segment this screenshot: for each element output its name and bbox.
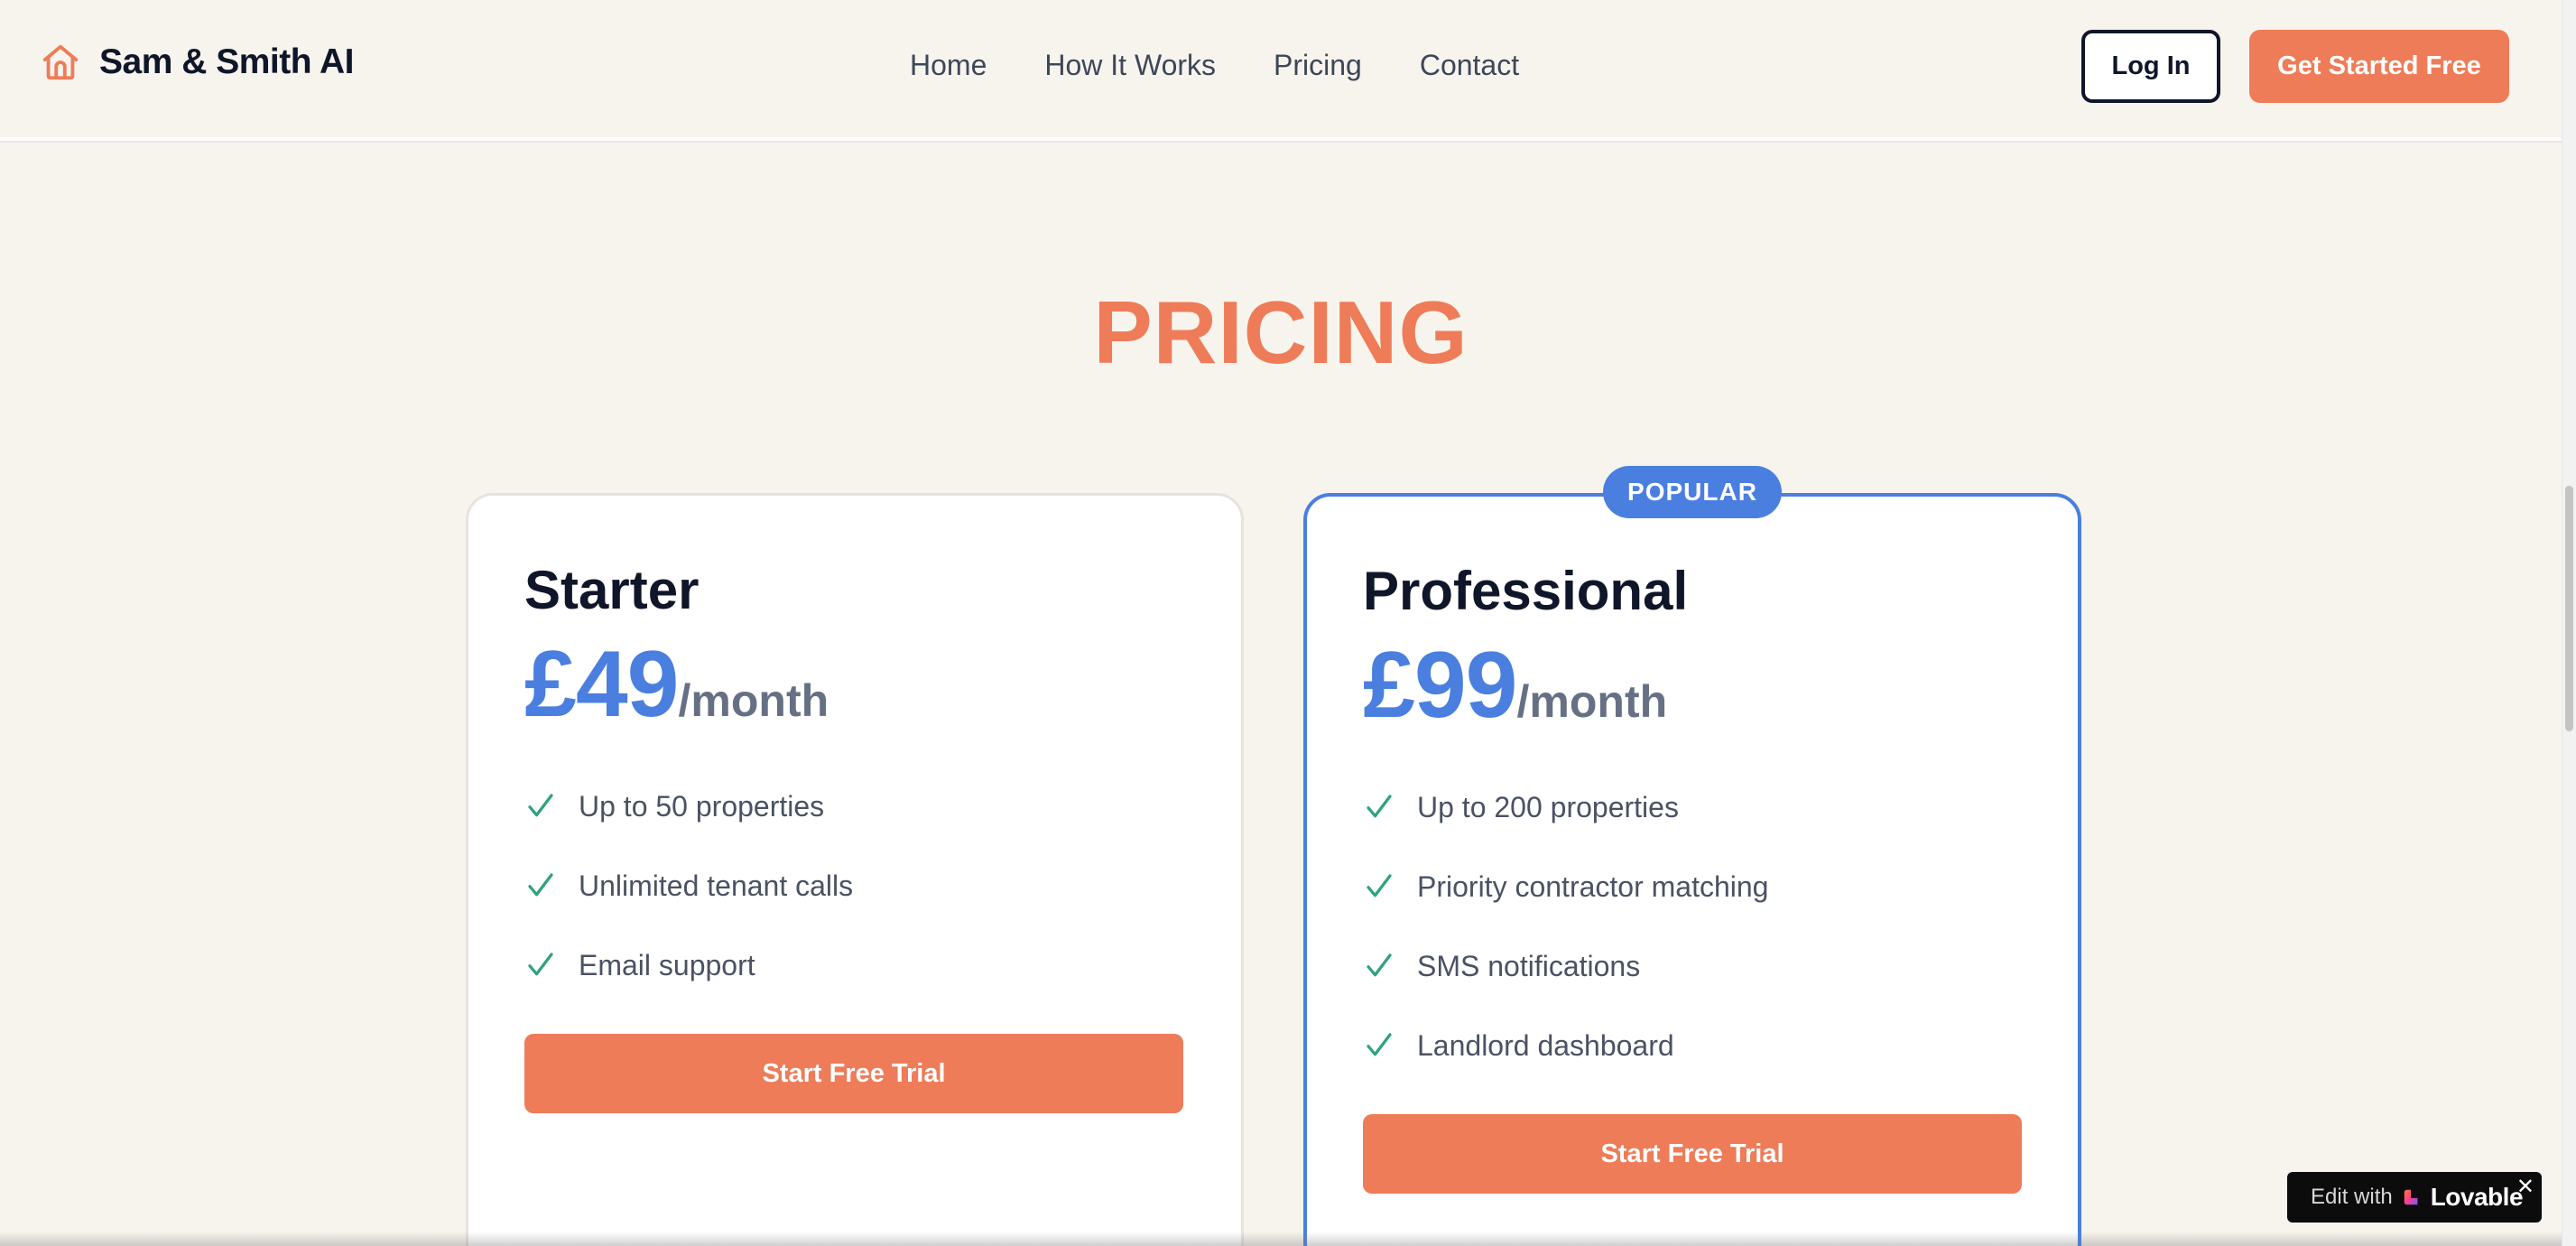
feature-text: Priority contractor matching — [1417, 869, 1769, 903]
check-icon — [524, 790, 557, 823]
main-nav: Home How It Works Pricing Contact — [910, 49, 1519, 82]
price-amount: £49 — [524, 632, 680, 737]
price-period: /month — [678, 675, 829, 726]
check-icon — [1363, 870, 1395, 903]
list-item: Up to 50 properties — [524, 767, 853, 846]
feature-text: Landlord dashboard — [1417, 1028, 1674, 1062]
feature-text: Unlimited tenant calls — [579, 869, 854, 902]
nav-pricing[interactable]: Pricing — [1274, 49, 1362, 82]
start-trial-button[interactable]: Start Free Trial — [1363, 1114, 2022, 1194]
section-title: PRICING — [1093, 283, 1469, 382]
top-navbar: Sam & Smith AI Home How It Works Pricing… — [0, 0, 2562, 141]
plan-name: Starter — [524, 560, 700, 620]
list-item: Unlimited tenant calls — [524, 846, 853, 925]
house-icon — [40, 42, 81, 83]
check-icon — [524, 949, 557, 981]
list-item: Priority contractor matching — [1363, 847, 1768, 926]
get-started-button[interactable]: Get Started Free — [2249, 30, 2509, 103]
bottom-edge — [0, 1232, 2562, 1246]
price-period: /month — [1516, 676, 1668, 727]
scrollbar-thumb[interactable] — [2565, 486, 2573, 731]
feature-text: Up to 200 properties — [1417, 790, 1679, 823]
list-item: Up to 200 properties — [1363, 767, 1768, 847]
edit-with-lovable-badge[interactable]: Edit with Lovable ✕ — [2287, 1172, 2542, 1223]
list-item: Email support — [524, 925, 853, 1005]
feature-text: SMS notifications — [1417, 949, 1641, 982]
price-amount: £99 — [1363, 633, 1518, 738]
check-icon — [1363, 791, 1395, 823]
feature-text: Email support — [579, 948, 755, 981]
feature-list: Up to 50 properties Unlimited tenant cal… — [524, 767, 853, 1005]
feature-text: Up to 50 properties — [579, 789, 825, 823]
plan-card-starter: Starter £49 /month Up to 50 properties U… — [466, 493, 1244, 1246]
plan-card-professional: Professional £99 /month Up to 200 proper… — [1303, 493, 2081, 1246]
check-icon — [524, 869, 557, 902]
list-item: SMS notifications — [1363, 926, 1768, 1006]
plan-price: £99 /month — [1363, 632, 1667, 739]
popular-badge: POPULAR — [1603, 466, 1782, 518]
check-icon — [1363, 950, 1395, 982]
pricing-page: Sam & Smith AI Home How It Works Pricing… — [0, 0, 2576, 1246]
nav-home[interactable]: Home — [910, 49, 987, 82]
close-icon[interactable]: ✕ — [2516, 1174, 2534, 1200]
nav-how-it-works[interactable]: How It Works — [1044, 49, 1216, 82]
lovable-heart-icon — [2402, 1187, 2422, 1207]
brand-name: Sam & Smith AI — [99, 42, 354, 81]
feature-list: Up to 200 properties Priority contractor… — [1363, 767, 1768, 1085]
list-item: Landlord dashboard — [1363, 1006, 1768, 1085]
brand[interactable]: Sam & Smith AI — [40, 42, 354, 83]
lovable-wordmark: Lovable — [2430, 1183, 2524, 1211]
edit-with-label: Edit with — [2311, 1185, 2393, 1209]
login-button[interactable]: Log In — [2081, 30, 2220, 103]
start-trial-button[interactable]: Start Free Trial — [524, 1034, 1183, 1113]
plan-name: Professional — [1363, 561, 1689, 621]
nav-contact[interactable]: Contact — [1420, 49, 1519, 82]
plan-price: £49 /month — [524, 631, 829, 739]
check-icon — [1363, 1029, 1395, 1062]
